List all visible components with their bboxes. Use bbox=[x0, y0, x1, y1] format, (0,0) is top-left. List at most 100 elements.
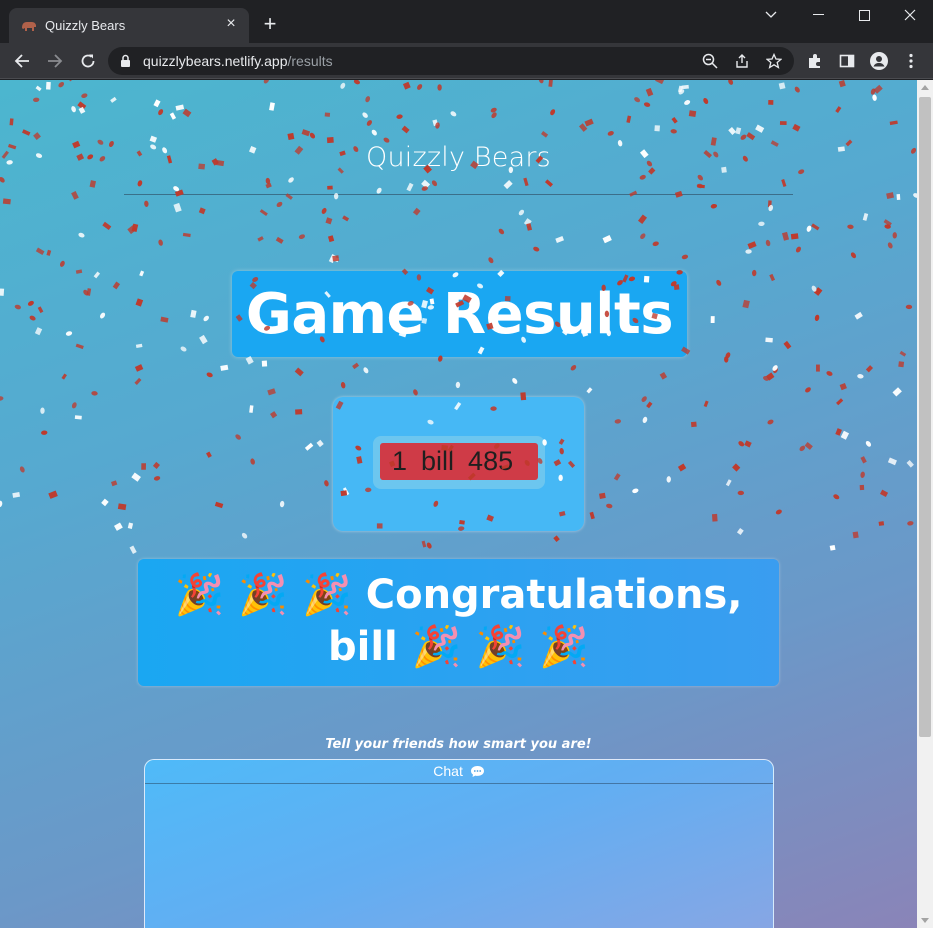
confetti-piece bbox=[880, 489, 889, 497]
confetti-piece bbox=[579, 123, 588, 132]
confetti-piece bbox=[81, 93, 88, 99]
confetti-piece bbox=[417, 84, 423, 90]
confetti-piece bbox=[544, 179, 553, 188]
confetti-piece bbox=[78, 106, 86, 114]
reload-icon[interactable] bbox=[76, 49, 100, 73]
confetti-piece bbox=[725, 479, 732, 487]
confetti-piece bbox=[328, 254, 337, 264]
score-player-name: bill bbox=[421, 446, 455, 476]
confetti-piece bbox=[814, 314, 820, 322]
scroll-down-icon[interactable] bbox=[921, 918, 929, 923]
confetti-piece bbox=[421, 179, 431, 189]
profile-icon[interactable] bbox=[869, 51, 889, 71]
confetti-piece bbox=[22, 129, 31, 136]
tab-search-icon[interactable] bbox=[748, 0, 794, 30]
confetti-piece bbox=[850, 252, 857, 259]
confetti-piece bbox=[655, 80, 665, 85]
page-viewport: Quizzly Bears Game Results 1 bill 485 🎉 … bbox=[0, 80, 917, 928]
confetti-piece bbox=[490, 107, 497, 113]
minimize-icon[interactable] bbox=[795, 0, 841, 30]
confetti-piece bbox=[112, 281, 121, 290]
confetti-piece bbox=[747, 241, 757, 249]
confetti-piece bbox=[401, 125, 410, 134]
confetti-piece bbox=[9, 118, 14, 126]
browser-tab[interactable]: Quizzly Bears × bbox=[9, 8, 249, 43]
confetti-piece bbox=[773, 367, 778, 374]
confetti-piece bbox=[710, 203, 718, 209]
confetti-piece bbox=[639, 174, 646, 180]
close-window-icon[interactable] bbox=[887, 0, 933, 30]
confetti-piece bbox=[32, 97, 40, 103]
confetti-piece bbox=[768, 99, 774, 105]
confetti-piece bbox=[887, 457, 897, 466]
confetti-piece bbox=[654, 125, 660, 132]
zoom-icon[interactable] bbox=[701, 52, 719, 70]
confetti-piece bbox=[353, 80, 360, 85]
confetti-piece bbox=[321, 207, 327, 214]
confetti-piece bbox=[152, 461, 160, 470]
confetti-piece bbox=[765, 337, 773, 343]
address-bar[interactable]: quizzlybears.netlify.app/results bbox=[108, 47, 794, 75]
extensions-icon[interactable] bbox=[805, 51, 825, 71]
confetti-piece bbox=[40, 407, 45, 414]
chat-panel[interactable]: Chat bbox=[144, 759, 774, 928]
confetti-piece bbox=[742, 299, 750, 309]
confetti-piece bbox=[127, 522, 134, 529]
confetti-piece bbox=[287, 132, 295, 140]
confetti-piece bbox=[602, 235, 612, 244]
confetti-piece bbox=[892, 232, 897, 239]
confetti-piece bbox=[794, 86, 800, 93]
confetti-piece bbox=[755, 124, 765, 133]
scrollbar-thumb[interactable] bbox=[919, 97, 931, 737]
confetti-piece bbox=[710, 316, 715, 324]
confetti-piece bbox=[77, 101, 87, 110]
confetti-piece bbox=[766, 372, 775, 381]
new-tab-icon[interactable]: + bbox=[260, 13, 280, 35]
confetti-piece bbox=[632, 488, 639, 494]
confetti-piece bbox=[110, 96, 117, 103]
chat-header[interactable]: Chat bbox=[145, 760, 773, 784]
confetti-piece bbox=[854, 311, 863, 320]
scroll-up-icon[interactable] bbox=[921, 85, 929, 90]
back-icon[interactable] bbox=[10, 49, 34, 73]
confetti-piece bbox=[0, 288, 5, 296]
confetti-piece bbox=[362, 112, 368, 118]
confetti-piece bbox=[214, 501, 224, 509]
scoreboard-card: 1 bill 485 bbox=[333, 397, 584, 531]
confetti-piece bbox=[550, 109, 556, 116]
tab-close-icon[interactable]: × bbox=[223, 16, 239, 32]
confetti-piece bbox=[898, 361, 905, 368]
confetti-piece bbox=[666, 476, 671, 483]
confetti-piece bbox=[304, 442, 314, 451]
confetti-piece bbox=[840, 430, 850, 440]
confetti-piece bbox=[250, 458, 255, 465]
maximize-icon[interactable] bbox=[841, 0, 887, 30]
share-icon[interactable] bbox=[733, 52, 751, 70]
game-results-heading: Game Results bbox=[245, 281, 674, 347]
confetti-piece bbox=[110, 480, 118, 487]
site-brand-title[interactable]: Quizzly Bears bbox=[0, 142, 917, 173]
confetti-piece bbox=[541, 131, 549, 138]
confetti-piece bbox=[134, 377, 142, 385]
side-panel-icon[interactable] bbox=[837, 51, 857, 71]
confetti-piece bbox=[724, 356, 729, 363]
confetti-piece bbox=[778, 82, 786, 90]
confetti-piece bbox=[646, 401, 653, 409]
confetti-piece bbox=[677, 85, 683, 93]
party-popper-icon: 🎉 bbox=[411, 624, 462, 670]
confetti-piece bbox=[330, 255, 340, 263]
bookmark-star-icon[interactable] bbox=[765, 52, 783, 70]
confetti-piece bbox=[259, 209, 268, 217]
confetti-piece bbox=[804, 441, 813, 450]
confetti-piece bbox=[153, 476, 161, 481]
confetti-piece bbox=[365, 96, 371, 103]
forward-icon[interactable] bbox=[43, 49, 67, 73]
confetti-piece bbox=[396, 114, 403, 119]
confetti-piece bbox=[736, 527, 744, 535]
confetti-piece bbox=[298, 234, 306, 240]
menu-kebab-icon[interactable] bbox=[901, 51, 921, 71]
url-text: quizzlybears.netlify.app/results bbox=[143, 53, 333, 69]
page-scrollbar[interactable] bbox=[917, 80, 933, 928]
confetti-piece bbox=[220, 364, 229, 371]
confetti-piece bbox=[792, 123, 801, 132]
